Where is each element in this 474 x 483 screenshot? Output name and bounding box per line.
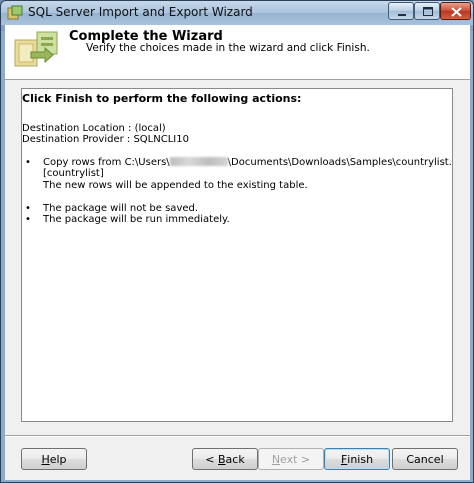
bullet-not-saved: • — [25, 203, 31, 214]
copy-rows-suffix: \Documents\Downloads\Samples\countrylist… — [227, 157, 453, 168]
maximize-icon — [423, 7, 433, 16]
redacted-username — [169, 157, 228, 166]
package-not-saved: The package will not be saved. — [43, 203, 199, 214]
help-button[interactable]: Help — [21, 448, 87, 470]
wizard-window: SQL Server Import and Export Wizard Comp… — [0, 0, 474, 483]
destination-location: Destination Location : (local) — [22, 123, 166, 134]
page-subtitle: Verify the choices made in the wizard an… — [86, 42, 370, 54]
help-label-mnemonic: H — [41, 452, 50, 466]
close-icon — [451, 7, 462, 17]
summary-panel[interactable]: Click Finish to perform the following ac… — [21, 88, 453, 422]
back-button[interactable]: < Back — [192, 448, 258, 470]
wizard-banner-icon — [14, 31, 58, 67]
next-button[interactable]: Next > — [258, 448, 324, 470]
minimize-icon — [398, 14, 406, 16]
maximize-button[interactable] — [414, 2, 440, 20]
minimize-button[interactable] — [388, 2, 414, 20]
bullet-run: • — [25, 214, 31, 225]
close-button[interactable] — [440, 2, 471, 20]
package-run-immediately: The package will be run immediately. — [43, 214, 230, 225]
next-label-post: ext > — [280, 452, 311, 466]
copy-rows-line: Copy rows from C:\Users\ \Documents\Downl… — [43, 157, 453, 168]
finish-label-post: inish — [347, 452, 374, 466]
wizard-client-area: Complete the Wizard Verify the choices m… — [5, 25, 470, 480]
back-label-post: ack — [225, 452, 245, 466]
finish-button[interactable]: Finish — [324, 448, 390, 470]
bullet-copy: • — [25, 157, 31, 168]
next-label-mnemonic: N — [271, 452, 281, 466]
help-label-post: elp — [49, 452, 67, 466]
window-title: SQL Server Import and Export Wizard — [28, 5, 253, 19]
wizard-app-icon — [7, 5, 23, 20]
destination-provider: Destination Provider : SQLNCLI10 — [22, 134, 189, 145]
back-label-mnemonic: B — [218, 452, 226, 466]
cancel-button[interactable]: Cancel — [392, 448, 458, 470]
summary-heading: Click Finish to perform the following ac… — [22, 92, 302, 105]
copy-rows-destination: [countrylist] — [43, 168, 104, 179]
wizard-header: Complete the Wizard Verify the choices m… — [5, 25, 470, 80]
copy-rows-prefix: Copy rows from C:\Users\ — [43, 157, 170, 168]
button-separator — [5, 435, 470, 437]
append-note: The new rows will be appended to the exi… — [43, 180, 308, 191]
title-bar[interactable]: SQL Server Import and Export Wizard — [1, 1, 473, 25]
back-label-pre: < — [205, 452, 218, 466]
